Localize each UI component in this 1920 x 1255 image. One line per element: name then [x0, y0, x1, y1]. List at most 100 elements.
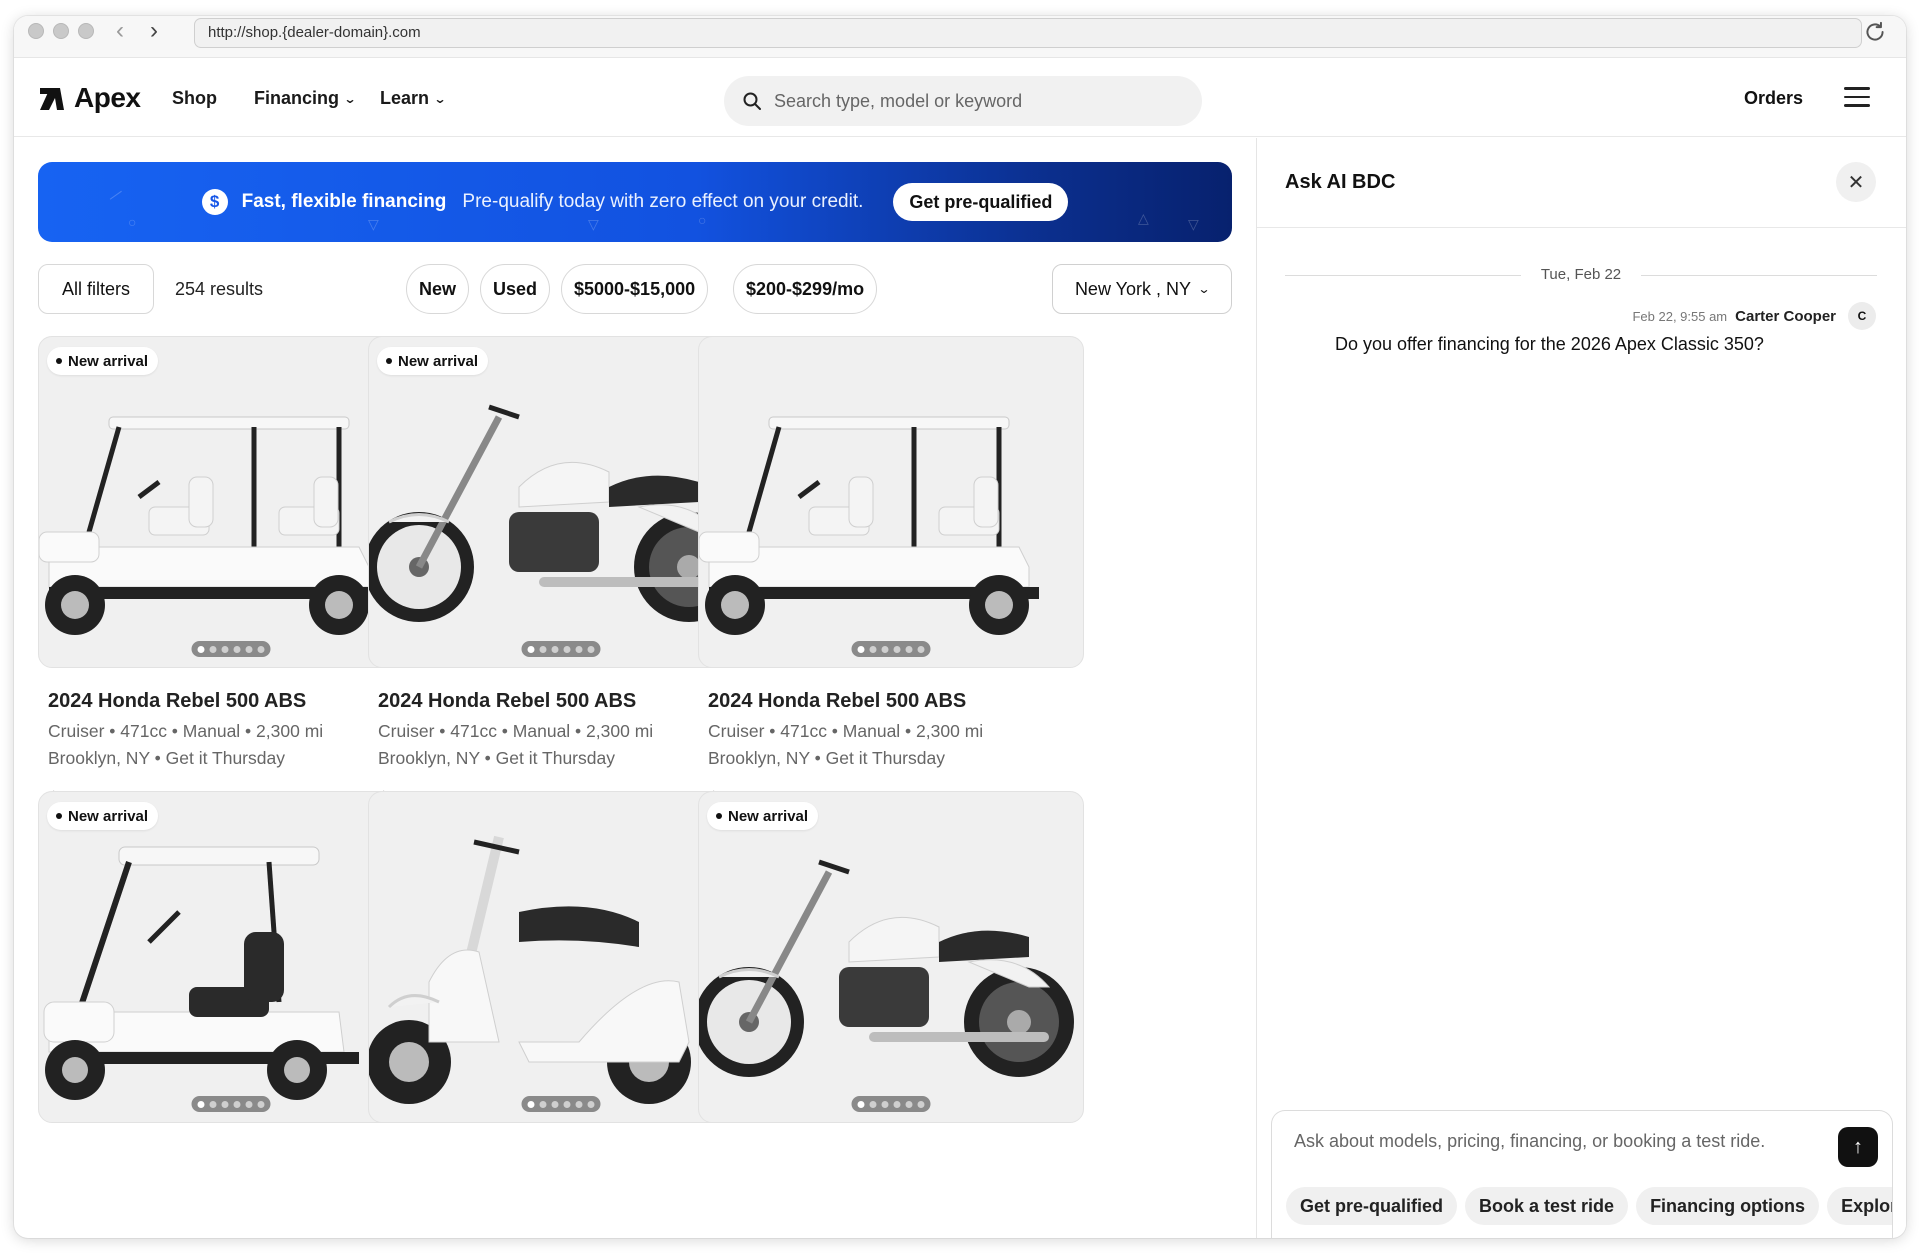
banner-title: Fast, flexible financing — [241, 191, 447, 212]
golf-cart-2-seat-image — [43, 846, 359, 1100]
brand-name: Apex — [74, 82, 141, 113]
badge-label: New arrival — [68, 807, 149, 825]
dot-icon — [56, 813, 62, 819]
filter-chip-used[interactable]: Used — [480, 264, 551, 314]
chat-composer: ↑ Get pre-qualifiedBook a test rideFinan… — [1271, 1110, 1893, 1238]
location-label: New York , NY — [1074, 278, 1191, 299]
suggestion-financing-options[interactable]: Financing options — [1636, 1187, 1820, 1225]
financing-banner: — ○ ▽ ▽ ○ △ ▽ $ Fast, flexible financing… — [38, 162, 1232, 242]
image-carousel-dots[interactable] — [191, 1096, 271, 1112]
golf-cart-6-seat-image — [699, 416, 1039, 635]
listing-card[interactable]: 2024 Honda Rebel 500 ABS Cruiser • 471cc … — [698, 336, 1084, 837]
date-label: Tue, Feb 22 — [1540, 266, 1622, 283]
nav-financing[interactable]: Financing ⌄ — [254, 88, 357, 109]
suggestion-get-prequalified[interactable]: Get pre-qualified — [1286, 1187, 1458, 1225]
listing-title[interactable]: 2024 Honda Rebel 500 ABS — [708, 690, 1084, 713]
close-icon[interactable]: ✕ — [1836, 162, 1876, 202]
listing-area: — ○ ▽ ▽ ○ △ ▽ $ Fast, flexible financing… — [14, 138, 1256, 1238]
new-arrival-badge: New arrival — [47, 802, 159, 830]
search-icon — [743, 92, 761, 110]
image-carousel-dots[interactable] — [521, 641, 601, 657]
date-separator: Tue, Feb 22 — [1285, 266, 1877, 286]
nav-shop-label: Shop — [172, 88, 217, 108]
brand-logo[interactable]: Apex — [38, 82, 141, 114]
new-arrival-badge: New arrival — [377, 347, 489, 375]
listing-image[interactable]: New arrival — [698, 791, 1084, 1123]
message-time: Feb 22, 9:55 am — [1632, 308, 1728, 324]
badge-label: New arrival — [728, 807, 809, 825]
listing-image[interactable]: New arrival — [368, 336, 754, 668]
chat-header: Ask AI BDC ✕ — [1257, 138, 1906, 228]
suggestion-explore[interactable]: Explore — [1827, 1187, 1892, 1225]
listing-image[interactable] — [698, 336, 1084, 668]
dot-icon — [386, 358, 392, 364]
menu-icon[interactable] — [1844, 87, 1870, 107]
image-carousel-dots[interactable] — [521, 1096, 601, 1112]
listing-image[interactable]: New arrival — [38, 336, 424, 668]
nav-financing-label: Financing — [254, 88, 339, 108]
address-bar[interactable]: http://shop.{dealer-domain}.com — [194, 18, 1862, 48]
new-arrival-badge: New arrival — [47, 347, 159, 375]
decor-triangle-icon: ▽ — [368, 216, 379, 232]
listing-location: Brooklyn, NY • Get it Thursday — [708, 748, 945, 768]
apex-logo-icon — [40, 88, 64, 110]
nav-learn-label: Learn — [380, 88, 430, 108]
banner-text: Pre-qualify today with zero effect on yo… — [462, 191, 864, 212]
filter-chip-price[interactable]: $5000-$15,000 — [561, 264, 709, 314]
decor-triangle-icon: ▽ — [1188, 216, 1199, 232]
reload-icon[interactable] — [1862, 19, 1888, 45]
listing-card[interactable]: New arrival 2024 Honda Rebel 500 ABS Cruis… — [368, 336, 754, 837]
window-zoom-dot[interactable] — [78, 23, 94, 39]
image-carousel-dots[interactable] — [851, 641, 931, 657]
dollar-icon: $ — [201, 189, 228, 215]
search-box[interactable] — [724, 76, 1202, 126]
listing-card[interactable] — [368, 791, 754, 1123]
listing-image[interactable] — [368, 791, 754, 1123]
listing-specs: Cruiser • 471cc • Manual • 2,300 mi — [708, 721, 984, 741]
message-author: Carter Cooper — [1735, 307, 1836, 325]
window-minimize-dot[interactable] — [53, 23, 69, 39]
all-filters-button[interactable]: All filters — [38, 264, 154, 314]
message-text: Do you offer financing for the 2026 Apex… — [1335, 334, 1764, 354]
get-prequalified-button[interactable]: Get pre-qualified — [893, 183, 1069, 221]
chevron-down-icon: ⌄ — [433, 91, 447, 106]
cruiser-motorcycle-image — [369, 404, 744, 622]
dot-icon — [56, 358, 62, 364]
forward-icon[interactable]: › — [142, 19, 166, 43]
cruiser-motorcycle-image — [699, 859, 1074, 1077]
chevron-down-icon: ⌄ — [1197, 282, 1211, 296]
avatar: C — [1848, 302, 1876, 330]
search-input[interactable] — [774, 90, 1174, 112]
site-header: Apex Shop Financing⌄ Learn⌄ Orders — [14, 58, 1906, 137]
image-carousel-dots[interactable] — [851, 1096, 931, 1112]
listing-image[interactable]: New arrival — [38, 791, 424, 1123]
suggestion-book-test-ride[interactable]: Book a test ride — [1465, 1187, 1629, 1225]
decor-triangle-icon: △ — [1138, 210, 1149, 226]
nav-shop[interactable]: Shop — [172, 88, 217, 109]
browser-chrome: ‹ › http://shop.{dealer-domain}.com — [14, 16, 1906, 58]
scooter-image — [369, 835, 691, 1104]
filter-chip-new[interactable]: New — [406, 264, 470, 314]
back-icon[interactable]: ‹ — [108, 19, 132, 43]
dot-icon — [716, 813, 722, 819]
window-close-dot[interactable] — [28, 23, 44, 39]
image-carousel-dots[interactable] — [191, 641, 271, 657]
decor-circle-icon: ○ — [128, 214, 137, 230]
message-meta: Feb 22, 9:55 am Carter Cooper C — [1632, 302, 1876, 330]
chat-title: Ask AI BDC — [1285, 171, 1396, 193]
decor-triangle-icon: ▽ — [588, 216, 599, 232]
location-select[interactable]: New York , NY ⌄ — [1052, 264, 1232, 314]
filter-chip-monthly[interactable]: $200-$299/mo — [733, 264, 878, 314]
badge-label: New arrival — [68, 352, 149, 370]
chevron-down-icon: ⌄ — [343, 91, 357, 106]
nav-orders[interactable]: Orders — [1744, 88, 1803, 109]
listing-card[interactable]: New arrival — [698, 791, 1084, 1123]
listing-card[interactable]: New arrival 2024 Honda Rebel 500 ABS Cruis… — [38, 336, 424, 837]
decor-dash-icon: — — [104, 183, 126, 205]
listing-card[interactable]: New arrival — [38, 791, 424, 1123]
chat-input[interactable] — [1294, 1131, 1804, 1152]
results-count: 254 results — [175, 279, 264, 299]
nav-learn[interactable]: Learn ⌄ — [380, 88, 447, 109]
send-icon[interactable]: ↑ — [1838, 1127, 1878, 1167]
badge-label: New arrival — [398, 352, 479, 370]
